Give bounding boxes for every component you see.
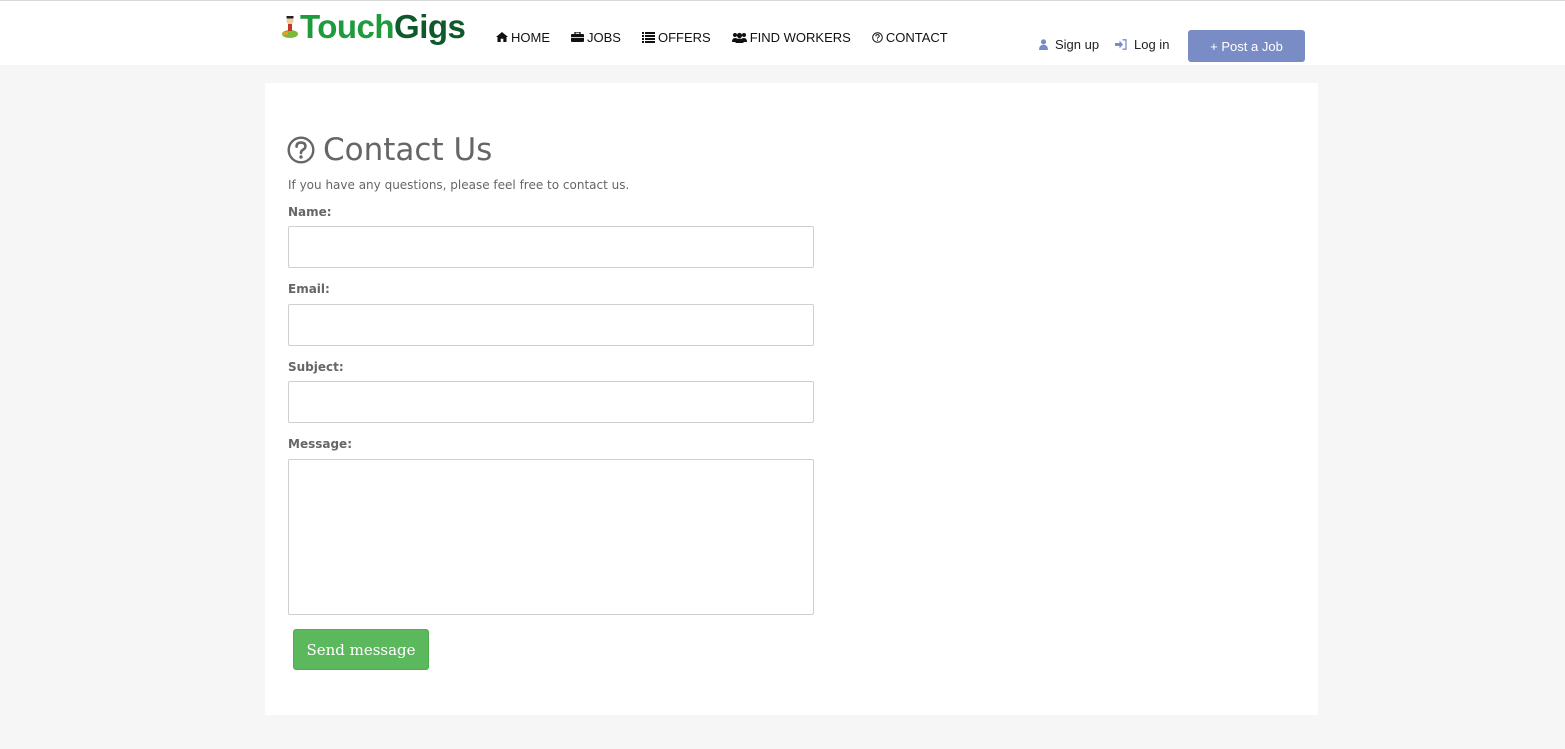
nav-offers[interactable]: OFFERS [641, 29, 711, 45]
page-title-row: Contact Us [287, 133, 492, 167]
users-icon [731, 32, 747, 43]
home-icon [496, 32, 508, 42]
nav-offers-label: OFFERS [657, 29, 711, 45]
page-title: Contact Us [323, 132, 493, 168]
question-circle-icon [872, 31, 883, 43]
name-field[interactable] [288, 226, 814, 268]
nav-jobs[interactable]: JOBS [571, 29, 621, 45]
list-icon [641, 31, 655, 43]
email-field[interactable] [288, 304, 814, 346]
nav-contact-label: CONTACT [885, 29, 948, 45]
brand-name-gigs: Gigs [394, 8, 466, 45]
briefcase-icon [571, 32, 584, 42]
message-label: Message: [288, 437, 352, 451]
site-header: TouchGigs HOME JOBS OFFERS FIND WORKERS … [0, 1, 1565, 65]
send-message-button[interactable]: Send message [293, 629, 429, 670]
nav-find-workers-label: FIND WORKERS [749, 29, 851, 45]
question-circle-icon [287, 136, 315, 164]
main-nav: HOME JOBS OFFERS FIND WORKERS CONTACT [496, 29, 969, 45]
sign-in-icon [1115, 39, 1127, 50]
subject-label: Subject: [288, 360, 344, 374]
email-label: Email: [288, 282, 330, 296]
subject-field[interactable] [288, 381, 814, 423]
contact-card: Contact Us If you have any questions, pl… [265, 83, 1318, 715]
mascot-logo-icon [282, 16, 298, 38]
login-label: Log in [1134, 37, 1170, 52]
brand-name-touch: Touch [300, 8, 395, 45]
brand-logo[interactable]: TouchGigs [280, 7, 466, 47]
nav-contact[interactable]: CONTACT [872, 29, 948, 45]
nav-find-workers[interactable]: FIND WORKERS [731, 29, 851, 45]
login-link[interactable]: Log in [1115, 37, 1169, 52]
signup-label: Sign up [1055, 37, 1100, 52]
nav-home[interactable]: HOME [496, 29, 550, 45]
page-subtitle: If you have any questions, please feel f… [288, 178, 630, 192]
signup-link[interactable]: Sign up [1039, 37, 1099, 52]
post-job-button[interactable]: + Post a Job [1188, 30, 1305, 62]
message-field[interactable] [288, 459, 814, 615]
name-label: Name: [288, 205, 332, 219]
nav-home-label: HOME [511, 29, 550, 45]
user-icon [1039, 39, 1048, 50]
nav-jobs-label: JOBS [587, 29, 621, 45]
